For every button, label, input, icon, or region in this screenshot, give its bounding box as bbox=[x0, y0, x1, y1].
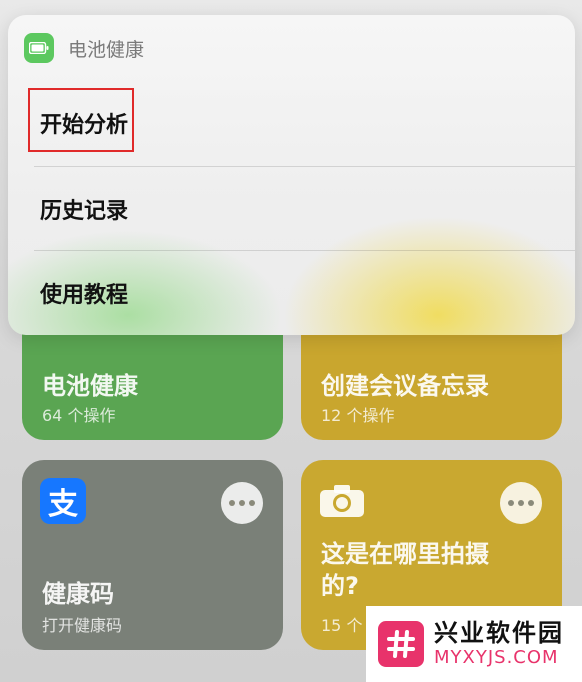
tile-subtitle: 64 个操作 bbox=[42, 406, 116, 425]
tile-title: 创建会议备忘录 bbox=[321, 372, 489, 400]
watermark-name: 兴业软件园 bbox=[434, 619, 564, 647]
camera-icon bbox=[319, 484, 365, 522]
shortcut-tile-health-code[interactable]: 支 健康码 打开健康码 bbox=[22, 460, 283, 650]
more-options-button[interactable] bbox=[221, 482, 263, 524]
menu-title: 电池健康 bbox=[68, 38, 145, 61]
menu-header: 电池健康 bbox=[24, 33, 144, 63]
more-options-button[interactable] bbox=[500, 482, 542, 524]
tile-title: 健康码 bbox=[42, 580, 114, 608]
shortcut-context-menu: 电池健康 开始分析 历史记录 使用教程 bbox=[8, 15, 575, 335]
menu-item-history[interactable]: 历史记录 bbox=[34, 166, 575, 251]
highlight-box bbox=[28, 88, 134, 152]
menu-item-tutorial[interactable]: 使用教程 bbox=[34, 250, 575, 335]
tile-subtitle: 12 个操作 bbox=[321, 406, 395, 425]
tile-subtitle: 打开健康码 bbox=[42, 616, 123, 635]
watermark-url: MYXYJS.COM bbox=[434, 647, 559, 668]
hash-logo-icon bbox=[378, 621, 424, 667]
battery-icon bbox=[24, 33, 54, 63]
tile-subtitle: 15 个 bbox=[321, 616, 363, 635]
tile-title: 这是在哪里拍摄 的? bbox=[321, 540, 489, 600]
tile-title: 电池健康 bbox=[42, 372, 138, 400]
alipay-icon: 支 bbox=[40, 478, 86, 524]
watermark: 兴业软件园 MYXYJS.COM bbox=[366, 606, 582, 682]
